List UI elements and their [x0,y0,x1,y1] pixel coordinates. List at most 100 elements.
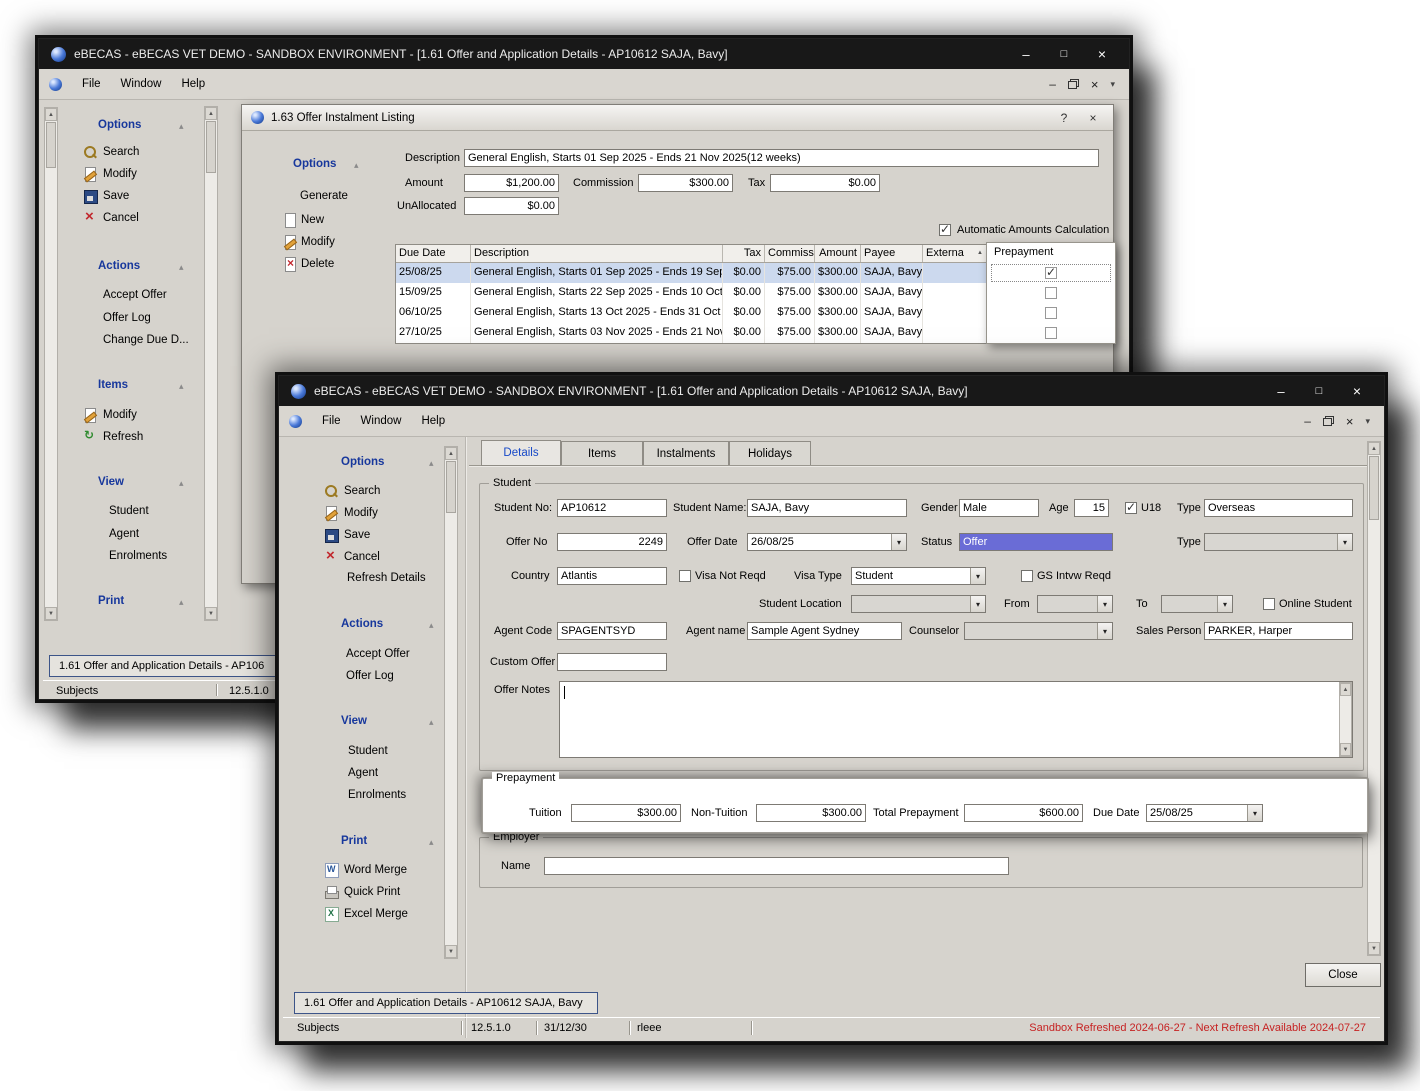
gs-intvw-checkbox[interactable] [1021,570,1033,582]
nav-item-excel-merge[interactable]: Excel Merge [324,907,408,921]
collapse-icon[interactable] [429,457,434,469]
nav-item-new[interactable]: New [283,213,324,227]
student-location-dropdown[interactable] [851,595,986,613]
minimize-icon[interactable] [1011,47,1041,62]
sidebar-scrollbar[interactable] [444,446,458,959]
online-student-checkbox[interactable] [1263,598,1275,610]
mdi-close-icon[interactable] [1346,414,1354,429]
nav-item-change-due-date[interactable]: Change Due D... [103,334,189,346]
nav-item-view-student[interactable]: Student [109,505,149,517]
menu-file[interactable]: File [322,415,341,427]
scroll-thumb[interactable] [1369,456,1379,520]
nav-item-refresh-details[interactable]: Refresh Details [347,572,426,584]
grid-row-selected[interactable]: 25/08/25 General English, Starts 01 Sep … [396,263,987,283]
menu-help[interactable]: Help [421,415,445,427]
mdi-more-icon[interactable] [1110,78,1115,90]
nav-item-view-enrolments[interactable]: Enrolments [348,789,406,801]
chevron-down-icon[interactable] [1097,596,1112,612]
commission-field[interactable]: $300.00 [638,174,733,192]
mdi-restore-icon[interactable] [1323,416,1334,426]
nav-item-modify[interactable]: Modify [283,235,335,249]
left-scrollbar[interactable] [44,107,58,621]
nav-item-search[interactable]: Search [83,145,139,159]
visa-type-dropdown[interactable]: Student [851,567,986,585]
unallocated-field[interactable]: $0.00 [464,197,559,215]
chevron-down-icon[interactable] [1247,805,1262,821]
menu-file[interactable]: File [82,78,101,90]
tab-instalments[interactable]: Instalments [643,441,729,466]
non-tuition-field[interactable]: $300.00 [756,804,866,822]
menu-window[interactable]: Window [121,78,162,90]
nav-item-offer-log[interactable]: Offer Log [346,670,394,682]
nav-item-word-merge[interactable]: Word Merge [324,863,407,877]
tab-details[interactable]: Details [481,440,561,466]
col-amount[interactable]: Amount [815,245,861,262]
col-due-date[interactable]: Due Date [396,245,471,262]
nav-item-modify[interactable]: Modify [324,506,378,520]
front-titlebar[interactable]: eBECAS - eBECAS VET DEMO - SANDBOX ENVIR… [279,376,1384,406]
nav-item-offer-log[interactable]: Offer Log [103,312,151,324]
scroll-thumb[interactable] [46,122,56,168]
col-tax[interactable]: Tax [723,245,765,262]
offer-no-field[interactable]: 2249 [557,533,667,551]
prepayment-checkbox[interactable] [1045,307,1057,319]
col-prepayment[interactable]: Prepayment [987,243,1115,263]
to-dropdown[interactable] [1161,595,1233,613]
front-open-form-tab[interactable]: 1.61 Offer and Application Details - AP1… [294,992,598,1014]
nav-header-options[interactable]: Options [293,158,336,170]
maximize-icon[interactable] [1304,385,1334,397]
nav-header-print[interactable]: Print [341,835,367,847]
back-titlebar[interactable]: eBECAS - eBECAS VET DEMO - SANDBOX ENVIR… [39,39,1129,69]
close-button[interactable]: Close [1305,963,1381,987]
scroll-up-icon[interactable] [1340,683,1351,696]
nav-item-view-agent[interactable]: Agent [348,767,378,779]
nav-header-options[interactable]: Options [341,456,384,468]
type-field[interactable]: Overseas [1204,499,1353,517]
prepayment-checkbox[interactable] [1045,327,1057,339]
sidebar-scrollbar[interactable] [204,106,218,621]
mdi-restore-icon[interactable] [1068,79,1079,89]
mdi-minimize-icon[interactable] [1049,77,1056,91]
collapse-icon[interactable] [354,159,359,171]
country-field[interactable]: Atlantis [557,567,667,585]
offer-notes-textarea[interactable] [559,681,1353,758]
chevron-down-icon[interactable] [1217,596,1232,612]
prepayment-cell[interactable] [987,323,1115,343]
amount-field[interactable]: $1,200.00 [464,174,559,192]
nav-item-accept-offer[interactable]: Accept Offer [346,648,410,660]
scroll-up-icon[interactable] [205,107,217,120]
student-no-field[interactable]: AP10612 [557,499,667,517]
nav-item-save[interactable]: Save [83,189,129,203]
nav-header-options[interactable]: Options [98,119,141,131]
nav-item-quick-print[interactable]: Quick Print [324,885,400,899]
nav-item-save[interactable]: Save [324,528,370,542]
collapse-ic[interactable] [179,596,184,608]
custom-offer-field[interactable] [557,653,667,671]
description-field[interactable]: General English, Starts 01 Sep 2025 - En… [464,149,1099,167]
nav-item-items-refresh[interactable]: Refresh [83,430,143,444]
collapse-icon[interactable] [179,477,184,489]
scroll-down-icon[interactable] [1340,743,1351,756]
prepayment-cell-focused[interactable] [987,263,1115,283]
nav-item-delete[interactable]: Delete [283,257,334,271]
col-payee[interactable]: Payee [861,245,923,262]
back-open-form-tab[interactable]: 1.61 Offer and Application Details - AP1… [49,655,294,677]
nav-item-accept-offer[interactable]: Accept Offer [103,289,167,301]
nav-header-items[interactable]: Items [98,379,128,391]
employer-name-field[interactable] [544,857,1009,875]
agent-code-field[interactable]: SPAGENTSYD [557,622,667,640]
scroll-down-icon[interactable] [1368,942,1380,955]
nav-item-modify[interactable]: Modify [83,167,137,181]
close-icon[interactable] [1082,111,1104,125]
agent-name-field[interactable]: Sample Agent Sydney [747,622,902,640]
collapse-icon[interactable] [179,380,184,392]
u18-checkbox[interactable] [1125,502,1137,514]
mdi-close-icon[interactable] [1091,77,1099,92]
total-prepayment-field[interactable]: $600.00 [964,804,1083,822]
nav-item-cancel[interactable]: Cancel [83,211,139,225]
close-icon[interactable] [1087,46,1117,62]
chevron-down-icon[interactable] [970,568,985,584]
nav-item-generate[interactable]: Generate [300,190,348,202]
visa-not-reqd-checkbox[interactable] [679,570,691,582]
chevron-down-icon[interactable] [1097,623,1112,639]
